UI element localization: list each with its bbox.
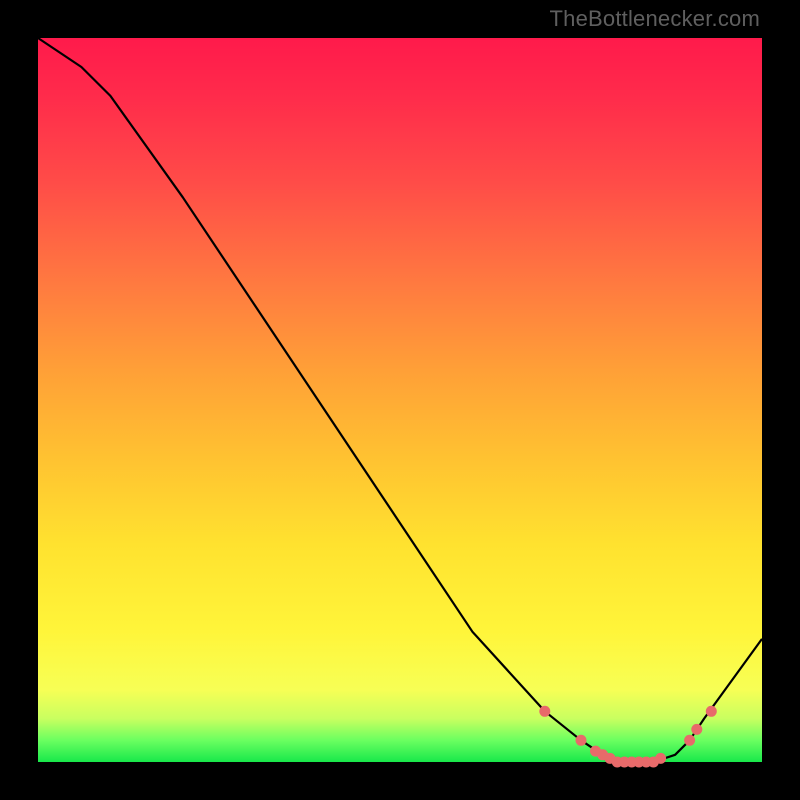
marker-point bbox=[655, 753, 666, 764]
marker-point bbox=[691, 724, 702, 735]
bottleneck-curve bbox=[38, 38, 762, 762]
marker-point bbox=[576, 735, 587, 746]
attribution-label: TheBottlenecker.com bbox=[550, 6, 760, 32]
marker-group bbox=[539, 706, 717, 768]
plot-area bbox=[38, 38, 762, 762]
marker-point bbox=[539, 706, 550, 717]
curve-svg bbox=[38, 38, 762, 762]
marker-point bbox=[706, 706, 717, 717]
marker-point bbox=[684, 735, 695, 746]
chart-frame: TheBottlenecker.com bbox=[0, 0, 800, 800]
